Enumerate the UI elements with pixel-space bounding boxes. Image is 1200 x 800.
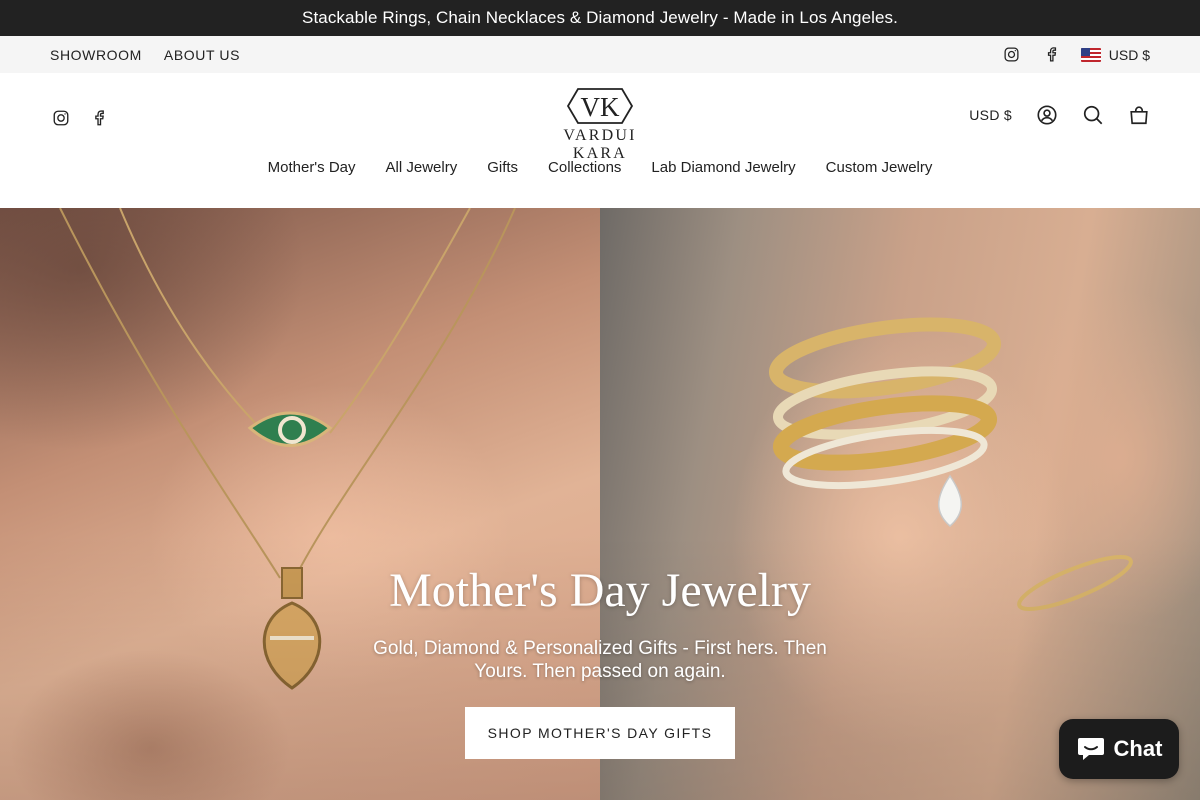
monogram-logo-icon: VK [566,88,634,124]
header-social [50,107,110,129]
facebook-icon[interactable] [88,107,110,129]
brand-logo[interactable]: VK VARDUI KARA [538,87,662,162]
main-nav: Mother's Day All Jewelry Gifts Collectio… [0,159,1200,176]
facebook-icon[interactable] [1041,44,1063,66]
utility-links: SHOWROOM ABOUT US [50,47,240,63]
account-icon[interactable] [1036,104,1058,126]
site-header: VK VARDUI KARA USD $ Mother's Day All Je… [0,73,1200,208]
cart-icon[interactable] [1128,104,1150,126]
instagram-icon[interactable] [50,107,72,129]
utility-bar: SHOWROOM ABOUT US USD $ [0,36,1200,73]
svg-text:VK: VK [581,92,620,122]
hero-subtitle: Gold, Diamond & Personalized Gifts - Fir… [373,638,827,682]
nav-item-mothers-day[interactable]: Mother's Day [268,159,356,176]
shop-mothers-day-gifts-button[interactable]: SHOP MOTHER'S DAY GIFTS [464,707,736,759]
instagram-icon[interactable] [1001,44,1023,66]
nav-item-lab-diamond-jewelry[interactable]: Lab Diamond Jewelry [651,159,795,176]
hero-banner: Mother's Day Jewelry Gold, Diamond & Per… [0,208,1200,800]
search-icon[interactable] [1082,104,1104,126]
nav-item-collections[interactable]: Collections [548,159,621,176]
showroom-link[interactable]: SHOWROOM [50,47,142,63]
currency-label: USD $ [1108,46,1150,63]
header-currency-selector[interactable]: USD $ [969,107,1012,123]
hero-title: Mother's Day Jewelry [389,564,811,617]
chat-button[interactable]: Chat [1059,719,1179,779]
hero-content: Mother's Day Jewelry Gold, Diamond & Per… [300,563,900,759]
utility-right: USD $ [1001,44,1150,66]
brand-name: VARDUI KARA [563,127,637,162]
announcement-text: Stackable Rings, Chain Necklaces & Diamo… [302,8,898,27]
us-flag-icon [1080,47,1101,62]
currency-selector[interactable]: USD $ [1080,46,1150,63]
chat-label: Chat [1113,736,1163,761]
nav-item-all-jewelry[interactable]: All Jewelry [386,159,458,176]
header-tools: USD $ [969,104,1150,126]
nav-item-custom-jewelry[interactable]: Custom Jewelry [826,159,933,176]
nav-item-gifts[interactable]: Gifts [487,159,518,176]
announcement-bar: Stackable Rings, Chain Necklaces & Diamo… [0,0,1200,36]
about-us-link[interactable]: ABOUT US [164,47,240,63]
chat-bubble-icon [1077,738,1104,760]
